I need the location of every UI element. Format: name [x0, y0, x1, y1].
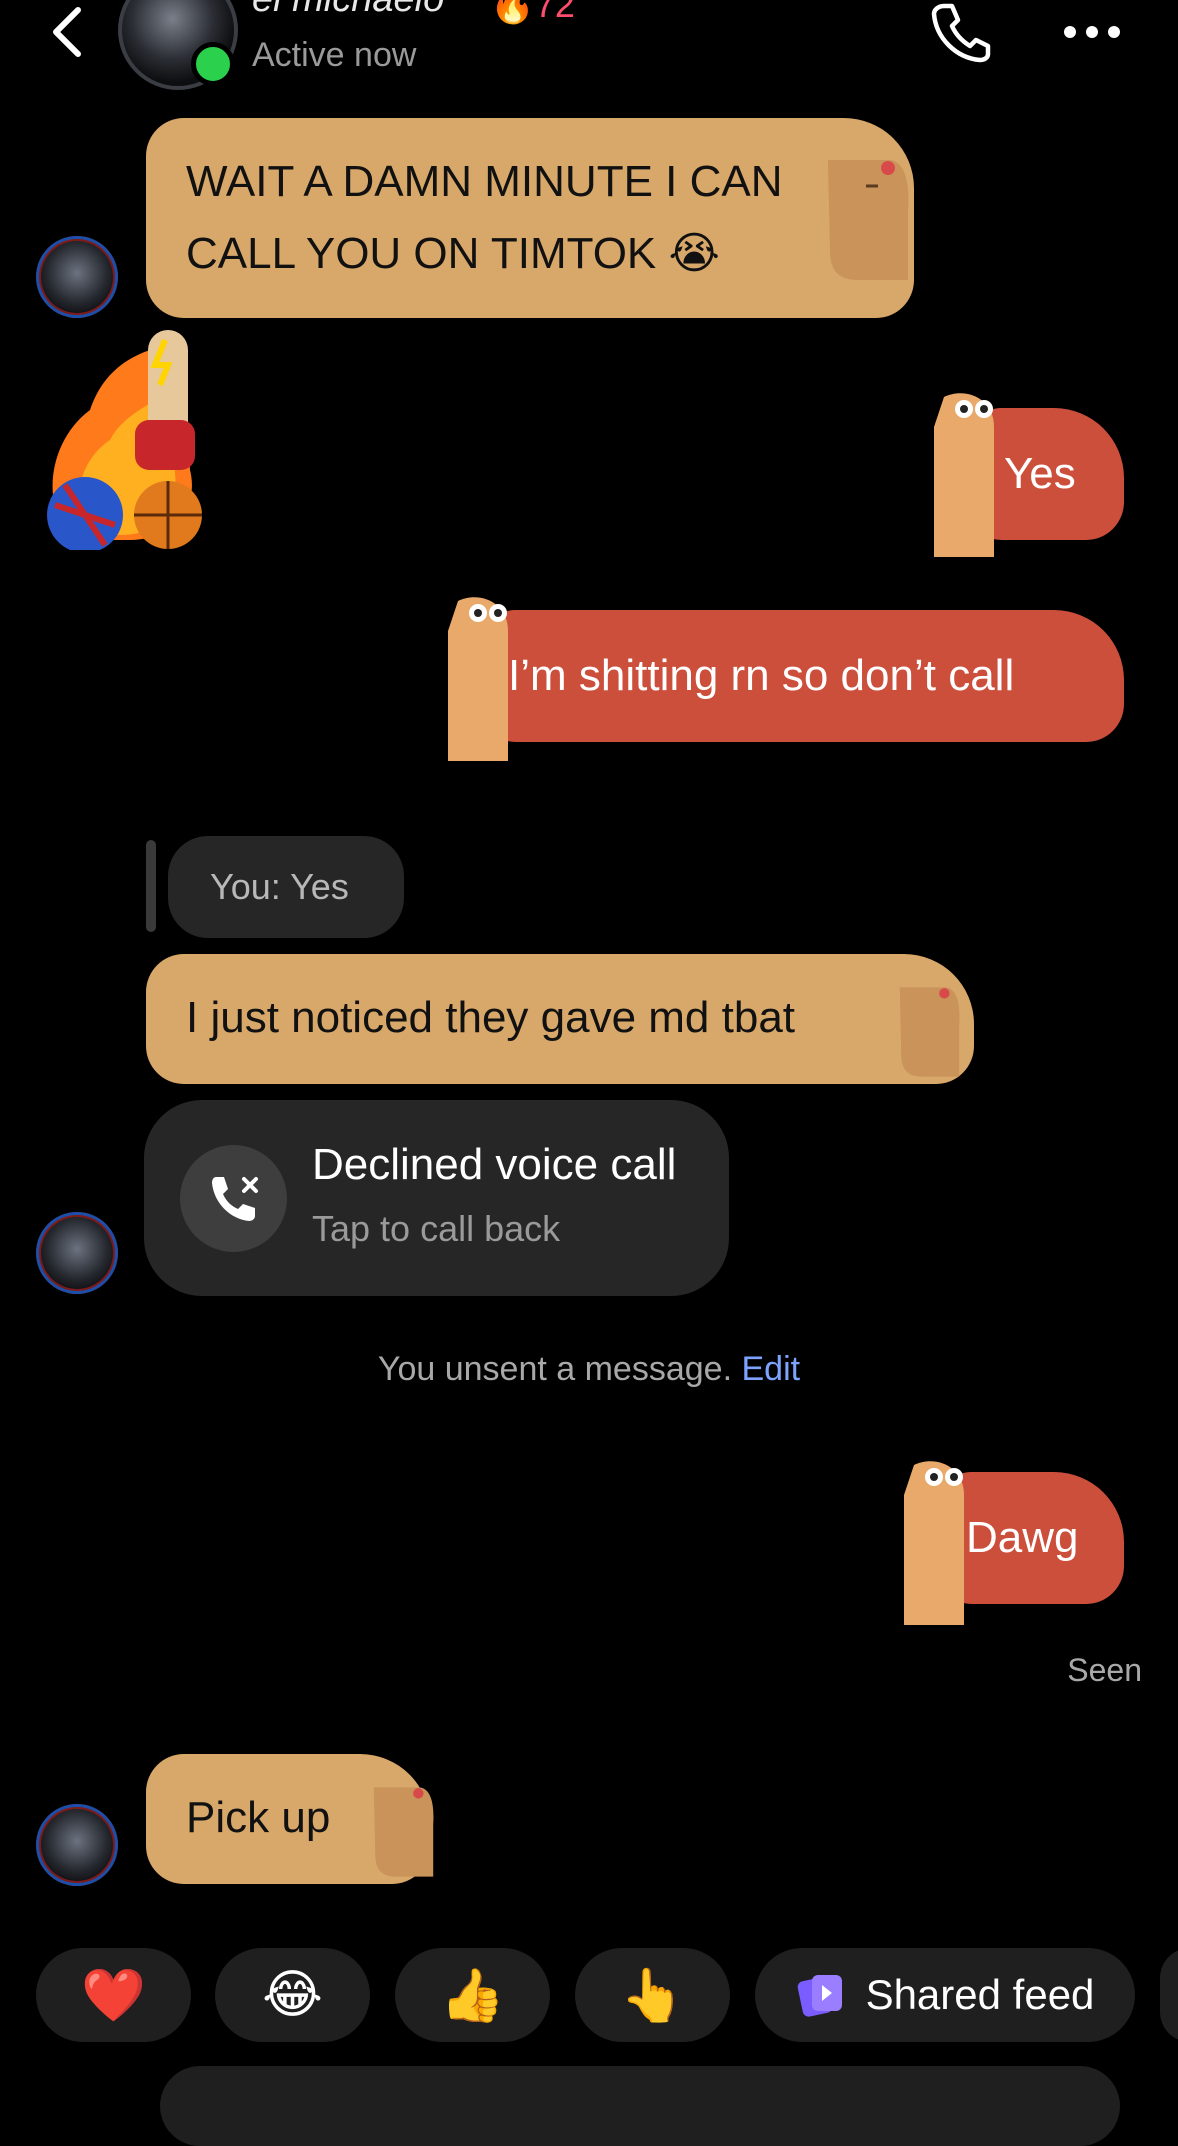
capybara-sticker-icon — [899, 987, 960, 1077]
shared-feed-icon — [797, 1975, 842, 2017]
call-subtitle: Tap to call back — [312, 1208, 561, 1249]
shared-feed-button[interactable]: Shared feed — [755, 1948, 1135, 2042]
unsent-notice: You unsent a message. Edit — [0, 1350, 1178, 1389]
active-status: Active now — [252, 36, 417, 74]
capybara-sticker-icon — [373, 1787, 434, 1877]
incoming-message-bubble[interactable]: I just noticed they gave md tbat — [146, 954, 974, 1084]
heart-icon: ❤️ — [81, 1966, 146, 2025]
sender-avatar[interactable] — [36, 1212, 118, 1294]
dog-sticker-icon — [904, 1461, 964, 1625]
more-options-icon[interactable] — [1060, 20, 1124, 44]
quick-reaction-laugh[interactable]: 😂 — [215, 1948, 370, 2042]
seen-receipt: Seen — [1067, 1652, 1142, 1688]
quick-reaction-more[interactable] — [1160, 1948, 1178, 2042]
back-chevron-icon[interactable] — [40, 2, 100, 62]
contact-name[interactable]: el michaelo — [252, 0, 444, 21]
dog-sticker-icon — [934, 393, 994, 557]
dog-sticker-icon — [448, 597, 508, 761]
unsent-text: You unsent a message. — [377, 1350, 733, 1388]
phone-call-icon[interactable] — [928, 0, 992, 64]
quick-reaction-thumbs-up[interactable]: 👍 — [395, 1948, 550, 2042]
online-status-dot — [191, 42, 235, 86]
message-text: Dawg — [966, 1513, 1079, 1562]
message-text: I’m shitting rn so don’t call — [508, 651, 1015, 700]
thumbs-up-icon: 👍 — [440, 1966, 505, 2025]
laugh-emoji-icon: 😂 — [262, 1966, 323, 2024]
sticker-image[interactable] — [40, 320, 210, 553]
sender-avatar[interactable] — [36, 236, 118, 318]
message-text: WAIT A DAMN MINUTE I CAN CALL YOU ON TIM… — [186, 157, 783, 278]
streak-count: 72 — [534, 0, 575, 25]
call-title: Declined voice call — [312, 1140, 677, 1189]
outgoing-message-bubble[interactable]: I’m shitting rn so don’t call — [478, 610, 1124, 742]
message-text: Pick up — [186, 1793, 331, 1842]
message-text: Yes — [1004, 449, 1076, 498]
message-text: I just noticed they gave md tbat — [186, 993, 796, 1042]
call-icon-circle — [180, 1145, 287, 1252]
streak-badge: 🔥72 — [490, 0, 575, 26]
pointing-hand-icon: 👆 — [620, 1966, 685, 2025]
declined-phone-icon — [212, 1177, 258, 1221]
quick-reaction-heart[interactable]: ❤️ — [36, 1948, 191, 2042]
sender-avatar[interactable] — [36, 1804, 118, 1886]
reply-preview-text: You: Yes — [210, 866, 349, 907]
reply-indicator-bar — [146, 840, 156, 932]
message-composer[interactable] — [160, 2066, 1120, 2146]
shared-feed-label: Shared feed — [865, 1971, 1095, 2018]
edit-link[interactable]: Edit — [741, 1350, 800, 1388]
quick-reaction-point[interactable]: 👆 — [575, 1948, 730, 2042]
capybara-sticker-icon — [828, 160, 909, 280]
incoming-message-bubble[interactable]: WAIT A DAMN MINUTE I CAN CALL YOU ON TIM… — [146, 118, 914, 318]
